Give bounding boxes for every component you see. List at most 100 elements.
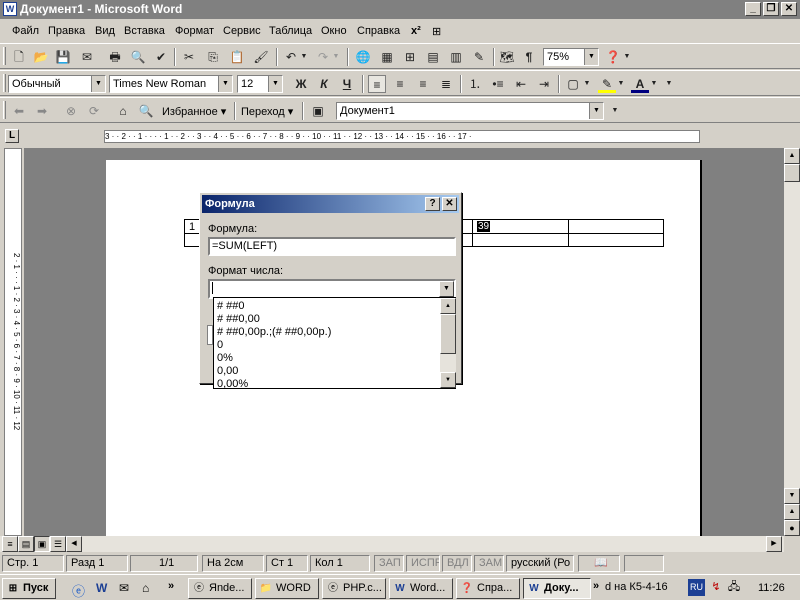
language-indicator[interactable]: RU [688, 579, 705, 596]
borders-dropdown-icon[interactable]: ▼ [582, 75, 592, 93]
format-option-2[interactable]: # ##0,00 [217, 313, 260, 325]
table-cell-selected[interactable]: 39 [477, 221, 491, 232]
number-format-list[interactable]: # ##0 # ##0,00 # ##0,00р.;(# ##0,00р.) 0… [213, 297, 456, 390]
minimize-button[interactable]: _ [745, 2, 761, 16]
highlight-dropdown-icon[interactable]: ▼ [616, 75, 626, 93]
address-combo[interactable]: Документ1 ▼ [336, 102, 604, 120]
tables-borders-icon[interactable]: ▦ [378, 48, 396, 66]
format-painter-icon[interactable]: 🖌 [252, 48, 270, 66]
back-icon[interactable]: ⬅ [10, 102, 28, 120]
numbering-icon[interactable]: ⒈ [466, 75, 484, 93]
browse-object-icon[interactable]: ● [784, 520, 800, 536]
show-only-web-toolbar-icon[interactable]: ▣ [309, 102, 327, 120]
bold-button[interactable]: Ж [292, 75, 310, 93]
increase-indent-icon[interactable]: ⇥ [535, 75, 553, 93]
font-size-dropdown-icon[interactable]: ▼ [268, 76, 282, 92]
list-scroll-down-icon[interactable]: ▼ [440, 372, 456, 388]
format-options-icon[interactable]: ▼ [664, 75, 674, 93]
align-right-icon[interactable]: ≡ [414, 75, 432, 93]
menu-view[interactable]: Вид [95, 25, 115, 37]
justify-icon[interactable]: ≣ [437, 75, 455, 93]
table-tools-icon[interactable]: ⊞ [432, 25, 441, 38]
network-tray-icon[interactable]: 🖧 [726, 579, 742, 596]
antivirus-tray-icon[interactable]: ↯ [708, 579, 724, 596]
taskbar-item-document[interactable]: W Доку... [523, 578, 591, 599]
ie-quicklaunch-icon[interactable]: ⓔ [72, 581, 85, 600]
taskbar-item-php[interactable]: ⓔ PHP.c... [322, 578, 386, 599]
print-icon[interactable]: 🖶 [106, 48, 124, 66]
format-option-7[interactable]: 0,00% [217, 378, 248, 390]
spelling-icon[interactable]: ✔ [152, 48, 170, 66]
list-scroll-thumb[interactable] [440, 314, 456, 354]
dialog-help-button[interactable]: ? [425, 197, 440, 211]
status-overtype[interactable]: ЗАМ [474, 555, 504, 572]
redo-dropdown-icon[interactable]: ▼ [331, 48, 341, 66]
table-cell-first[interactable]: 1 [189, 221, 195, 233]
status-language[interactable]: русский (Ро [506, 555, 574, 572]
style-dropdown-icon[interactable]: ▼ [91, 76, 105, 92]
formula-icon[interactable]: x² [411, 25, 421, 37]
desktop-quicklaunch-icon[interactable]: ⌂ [142, 581, 149, 595]
align-left-icon[interactable]: ≡ [368, 75, 386, 93]
stop-icon[interactable]: ⊗ [62, 102, 80, 120]
formula-input[interactable]: =SUM(LEFT) [208, 237, 456, 256]
close-window-button[interactable]: ✕ [781, 2, 797, 16]
open-folder-icon[interactable]: 📂 [32, 48, 50, 66]
undo-icon[interactable]: ↶ [282, 48, 300, 66]
taskbar-item-help[interactable]: ❓ Спра... [456, 578, 520, 599]
format-option-1[interactable]: # ##0 [217, 300, 245, 312]
font-size-combo[interactable]: 12 ▼ [237, 75, 283, 93]
vertical-scrollbar[interactable]: ▲ ▼ ▲ ● [784, 148, 800, 536]
menu-table[interactable]: Таблица [269, 25, 312, 37]
search-web-icon[interactable]: 🔍 [137, 102, 155, 120]
status-extend[interactable]: ВДЛ [442, 555, 472, 572]
menu-tools[interactable]: Сервис [223, 25, 261, 37]
web-options-icon[interactable]: ▼ [610, 102, 620, 120]
word-app-icon[interactable]: W [3, 2, 17, 16]
format-option-5[interactable]: 0% [217, 352, 233, 364]
office-assistant-icon[interactable]: ❓ [604, 48, 622, 66]
drawing-icon[interactable]: ✎ [470, 48, 488, 66]
spelling-status-icon[interactable]: 📖 [578, 555, 620, 572]
scroll-up-icon[interactable]: ▲ [784, 148, 800, 164]
cut-icon[interactable]: ✂ [180, 48, 198, 66]
zoom-combo[interactable]: 75% ▼ [543, 48, 599, 66]
taskbar-item-yandex[interactable]: ⓔ Яnde... [188, 578, 252, 599]
redo-icon[interactable]: ↷ [314, 48, 332, 66]
menu-edit[interactable]: Правка [48, 25, 85, 37]
forward-icon[interactable]: ➡ [33, 102, 51, 120]
show-formatting-icon[interactable]: ¶ [520, 48, 538, 66]
quicklaunch-more-icon[interactable]: » [168, 580, 174, 592]
list-scrollbar[interactable]: ▲ ▼ [440, 298, 456, 388]
normal-view-icon[interactable]: ≡ [2, 536, 18, 552]
home-icon[interactable]: ⌂ [114, 102, 132, 120]
save-icon[interactable]: 💾 [54, 48, 72, 66]
decrease-indent-icon[interactable]: ⇤ [512, 75, 530, 93]
menu-file[interactable]: Файл [12, 25, 39, 37]
email-icon[interactable]: ✉ [78, 48, 96, 66]
number-format-dropdown-icon[interactable]: ▼ [439, 281, 454, 297]
highlight-icon[interactable]: ✎ [598, 75, 616, 93]
restore-button[interactable]: ❐ [763, 2, 779, 16]
undo-dropdown-icon[interactable]: ▼ [299, 48, 309, 66]
refresh-icon[interactable]: ⟳ [85, 102, 103, 120]
underline-button[interactable]: Ч [338, 75, 356, 93]
hyperlink-icon[interactable]: 🌐 [354, 48, 372, 66]
borders-icon[interactable]: ▢ [564, 75, 582, 93]
taskbar-item-word[interactable]: W Word... [389, 578, 453, 599]
document-map-icon[interactable]: 🗺 [498, 48, 516, 66]
horizontal-ruler[interactable]: 3 · · 2 · · 1 · · · · 1 · · 2 · · 3 · · … [104, 130, 700, 143]
taskbar-more-icon[interactable]: » [593, 580, 599, 592]
scroll-thumb[interactable] [784, 164, 800, 182]
font-color-dropdown-icon[interactable]: ▼ [649, 75, 659, 93]
bullets-icon[interactable]: •≡ [489, 75, 507, 93]
insert-table-icon[interactable]: ⊞ [401, 48, 419, 66]
print-preview-icon[interactable]: 🔍 [129, 48, 147, 66]
scroll-down-icon[interactable]: ▼ [784, 488, 800, 504]
copy-icon[interactable]: ⎘ [204, 48, 222, 66]
horizontal-scrollbar[interactable]: ≡ ▤ ▣ ☰ ◀ ▶ [0, 536, 784, 552]
menu-help[interactable]: Справка [357, 25, 400, 37]
outlook-quicklaunch-icon[interactable]: ✉ [119, 581, 129, 595]
format-option-3[interactable]: # ##0,00р.;(# ##0,00р.) [217, 326, 331, 338]
paste-icon[interactable]: 📋 [228, 48, 246, 66]
